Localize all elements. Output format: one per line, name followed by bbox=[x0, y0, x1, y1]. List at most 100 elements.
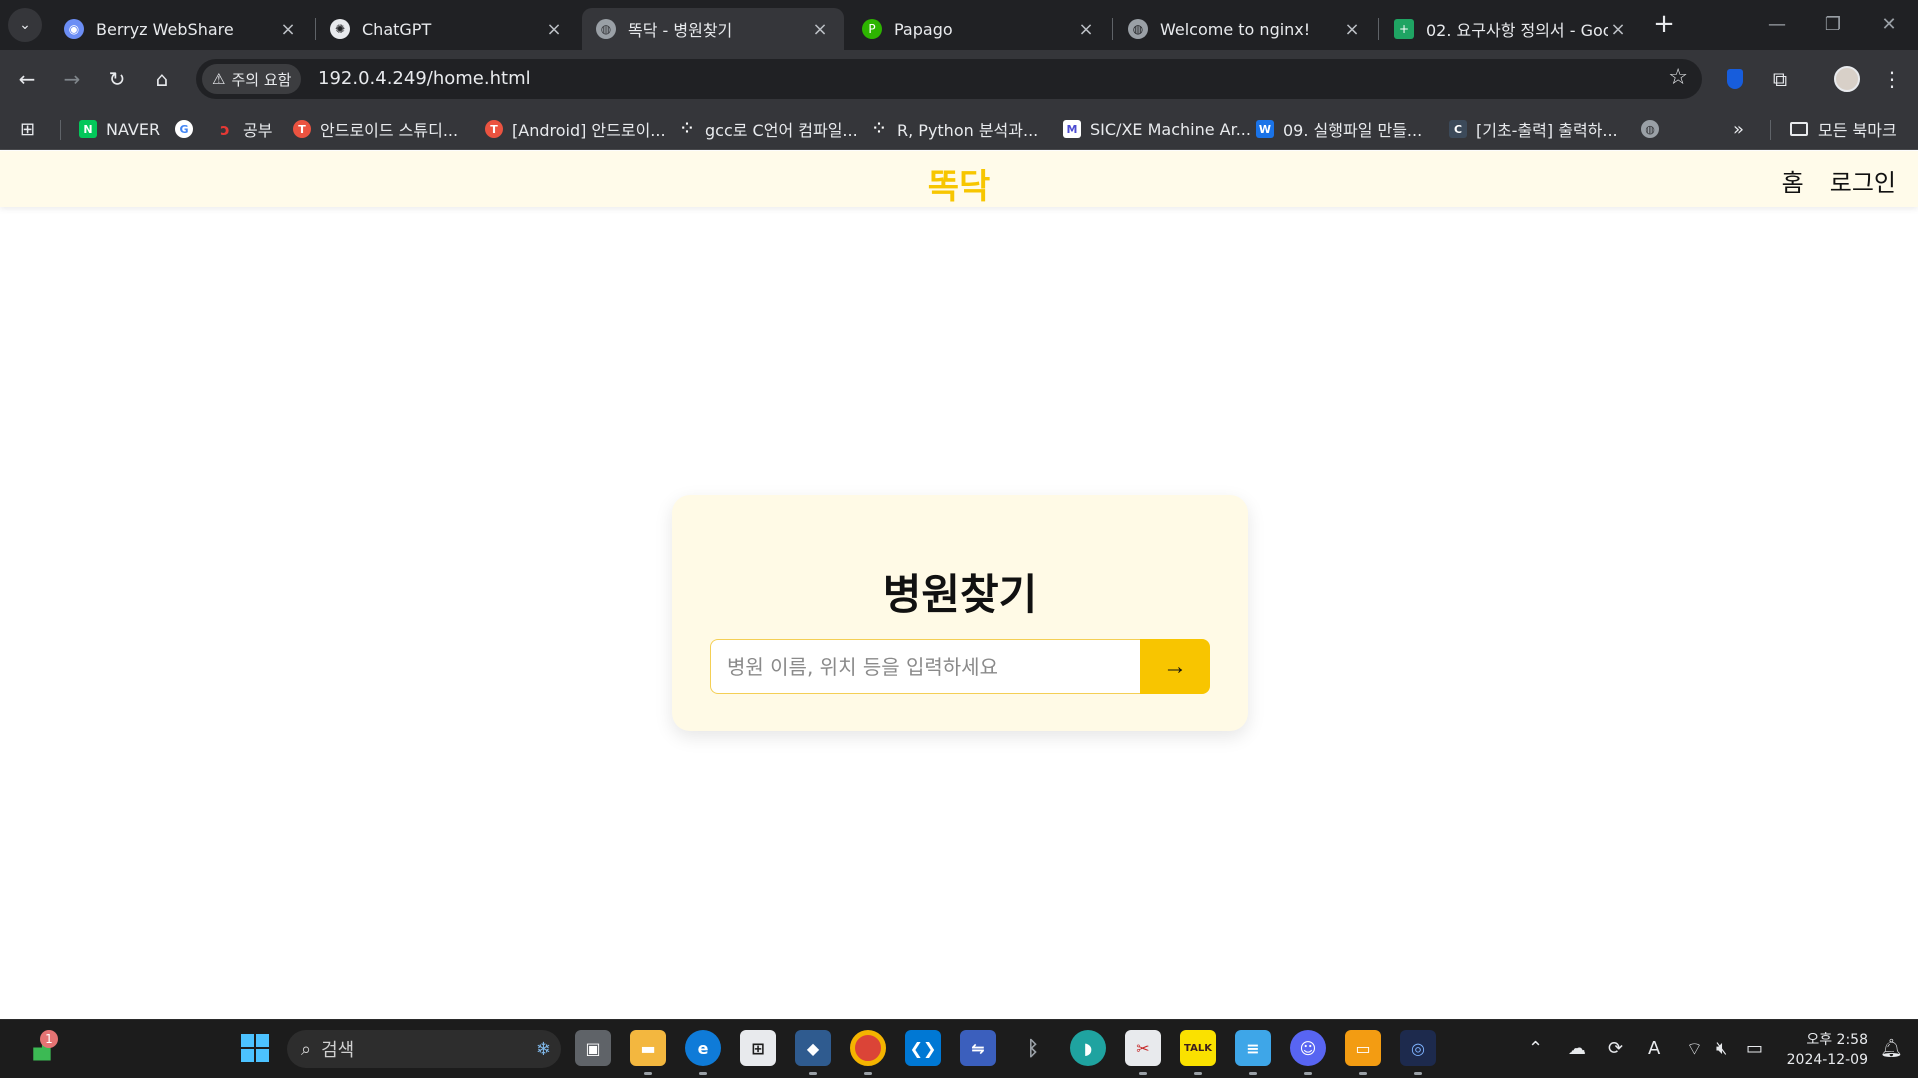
extensions-button[interactable]: ⧉ bbox=[1763, 62, 1797, 96]
network-icon[interactable]: ⇋ bbox=[960, 1030, 996, 1066]
bookmark-study-folder[interactable]: ↄ 공부 bbox=[216, 116, 272, 142]
close-icon[interactable]: × bbox=[1608, 19, 1628, 40]
bookmark-naver[interactable]: N NAVER bbox=[79, 116, 160, 142]
running-indicator bbox=[1139, 1072, 1147, 1075]
tab-papago[interactable]: P Papago × bbox=[848, 8, 1110, 50]
vmware-icon[interactable]: ▭ bbox=[1345, 1030, 1381, 1066]
wikidocs-icon: W bbox=[1256, 120, 1274, 138]
close-icon[interactable]: × bbox=[1076, 19, 1096, 40]
battery-icon[interactable]: ▭ bbox=[1746, 1038, 1763, 1059]
bookmark-star-icon[interactable]: ☆ bbox=[1668, 65, 1688, 90]
speaker-muted-icon[interactable]: 🔇︎ bbox=[1716, 1038, 1727, 1059]
bell-icon[interactable]: 🔔︎ bbox=[1880, 1038, 1903, 1059]
security-chip[interactable]: ⚠ 주의 요함 bbox=[202, 64, 302, 94]
minimize-button[interactable]: — bbox=[1754, 10, 1800, 38]
tab-search-button[interactable]: ⌄ bbox=[8, 8, 42, 42]
dolphin-app-icon[interactable]: ◗ bbox=[1070, 1030, 1106, 1066]
close-icon[interactable]: × bbox=[278, 19, 298, 40]
reload-button[interactable]: ↻ bbox=[100, 62, 134, 96]
apps-button[interactable]: ⊞ bbox=[20, 116, 35, 142]
bookmark-r-python[interactable]: ⁘ R, Python 분석과... bbox=[870, 116, 1038, 142]
tab-google-sheets[interactable]: + 02. 요구사항 정의서 - Goo × bbox=[1380, 8, 1642, 50]
start-button[interactable] bbox=[237, 1030, 273, 1066]
edge-icon[interactable]: e bbox=[685, 1030, 721, 1066]
search-submit-button[interactable]: → bbox=[1140, 639, 1210, 694]
tab-berryz[interactable]: ◉ Berryz WebShare × bbox=[50, 8, 312, 50]
bluetooth-icon[interactable]: ᛒ bbox=[1015, 1030, 1051, 1066]
bookmark-label: [Android] 안드로이... bbox=[512, 121, 666, 140]
bookmark-google[interactable]: G bbox=[175, 116, 202, 142]
papago-icon: P bbox=[862, 19, 882, 39]
running-indicator bbox=[1304, 1072, 1312, 1075]
globe-icon: ◍ bbox=[1641, 120, 1659, 138]
bookmark-codeup[interactable]: C [기초-출력] 출력하... bbox=[1449, 116, 1618, 142]
vscode-icon[interactable]: ❮❯ bbox=[905, 1030, 941, 1066]
task-view-icon[interactable]: ▣ bbox=[575, 1030, 611, 1066]
kebab-menu-icon: ⋮ bbox=[1882, 67, 1902, 91]
bookmark-divider bbox=[1770, 120, 1771, 140]
home-button[interactable]: ⌂ bbox=[145, 62, 179, 96]
bookmark-android[interactable]: T [Android] 안드로이... bbox=[485, 116, 666, 142]
taskbar-search[interactable]: ⌕ 검색 ❄ bbox=[287, 1030, 561, 1068]
snipping-tool-icon[interactable]: ✂ bbox=[1125, 1030, 1161, 1066]
remote-app-icon[interactable]: ◎ bbox=[1400, 1030, 1436, 1066]
dots-icon: ⁘ bbox=[681, 121, 693, 137]
nav-home-link[interactable]: 홈 bbox=[1782, 163, 1804, 198]
bookmark-android-studio[interactable]: T 안드로이드 스튜디... bbox=[293, 116, 458, 142]
forward-button[interactable]: → bbox=[55, 62, 89, 96]
hospital-search-input[interactable] bbox=[710, 639, 1144, 694]
reload-icon: ↻ bbox=[108, 67, 126, 91]
tab-ttokdak-active[interactable]: ◍ 똑닥 - 병원찾기 × bbox=[582, 8, 844, 50]
bookmark-sicxe[interactable]: M SIC/XE Machine Ar... bbox=[1063, 116, 1251, 142]
ime-icon[interactable]: A bbox=[1648, 1038, 1660, 1059]
bookmark-gcc[interactable]: ⁘ gcc로 C언어 컴파일... bbox=[678, 116, 858, 142]
discord-icon[interactable]: ☺ bbox=[1290, 1030, 1326, 1066]
notepad-icon[interactable]: ≡ bbox=[1235, 1030, 1271, 1066]
web-page: 똑닥 홈 로그인 병원찾기 → bbox=[0, 151, 1918, 1019]
chevron-down-icon: ⌄ bbox=[19, 17, 31, 33]
address-bar[interactable]: ⚠ 주의 요함 192.0.4.249/home.html ☆ bbox=[196, 59, 1702, 99]
close-icon[interactable]: × bbox=[810, 19, 830, 40]
sync-icon[interactable]: ⟳ bbox=[1608, 1038, 1623, 1059]
codeup-icon: C bbox=[1449, 120, 1467, 138]
bookmark-globe[interactable]: ◍ bbox=[1641, 116, 1668, 142]
more-bookmarks-button[interactable]: » bbox=[1733, 116, 1744, 142]
maximize-button[interactable]: ❐ bbox=[1810, 10, 1856, 38]
profile-button[interactable] bbox=[1830, 62, 1864, 96]
chevron-up-icon[interactable]: ⌃ bbox=[1528, 1038, 1543, 1059]
bookmark-label: [기초-출력] 출력하... bbox=[1476, 121, 1618, 140]
all-bookmarks-button[interactable]: 모든 북마크 bbox=[1790, 116, 1897, 142]
menu-button[interactable]: ⋮ bbox=[1875, 62, 1909, 96]
site-logo[interactable]: 똑닥 bbox=[0, 159, 1918, 208]
kakaotalk-icon[interactable]: TALK bbox=[1180, 1030, 1216, 1066]
chrome-icon[interactable] bbox=[850, 1030, 886, 1066]
taskbar-search-label: 검색 bbox=[321, 1040, 355, 1061]
tab-nginx[interactable]: ◍ Welcome to nginx! × bbox=[1114, 8, 1376, 50]
onedrive-icon[interactable]: ☁ bbox=[1568, 1038, 1586, 1059]
tab-title: 똑닥 - 병원찾기 bbox=[628, 21, 733, 40]
google-icon: G bbox=[175, 120, 193, 138]
running-indicator bbox=[864, 1072, 872, 1075]
tab-title: 02. 요구사항 정의서 - Goo bbox=[1426, 21, 1608, 40]
system-clock[interactable]: 오후 2:58 2024-12-09 bbox=[1787, 1030, 1868, 1070]
study-icon: ↄ bbox=[220, 119, 230, 139]
mysql-workbench-icon[interactable]: ◆ bbox=[795, 1030, 831, 1066]
file-explorer-icon[interactable]: ▬ bbox=[630, 1030, 666, 1066]
bookmark-label: 09. 실행파일 만들... bbox=[1283, 121, 1423, 140]
store-icon[interactable]: ⊞ bbox=[740, 1030, 776, 1066]
tab-chatgpt[interactable]: ✺ ChatGPT × bbox=[316, 8, 578, 50]
new-tab-button[interactable]: + bbox=[1650, 9, 1678, 39]
back-button[interactable]: ← bbox=[10, 62, 44, 96]
close-icon[interactable]: × bbox=[1342, 19, 1362, 40]
url-text[interactable]: 192.0.4.249/home.html bbox=[318, 68, 531, 89]
browser-toolbar: ← → ↻ ⌂ ⚠ 주의 요함 192.0.4.249/home.html ☆ … bbox=[0, 50, 1918, 108]
avatar bbox=[1834, 66, 1860, 92]
nav-login-link[interactable]: 로그인 bbox=[1830, 163, 1896, 198]
wifi-icon[interactable]: ⌔ bbox=[1686, 1038, 1703, 1061]
bitwarden-extension-button[interactable] bbox=[1718, 62, 1752, 96]
close-icon[interactable]: × bbox=[544, 19, 564, 40]
tab-divider bbox=[1112, 18, 1113, 40]
bookmark-wikidocs[interactable]: W 09. 실행파일 만들... bbox=[1256, 116, 1422, 142]
bookmark-divider bbox=[60, 120, 61, 140]
window-close-button[interactable]: ✕ bbox=[1866, 10, 1912, 38]
